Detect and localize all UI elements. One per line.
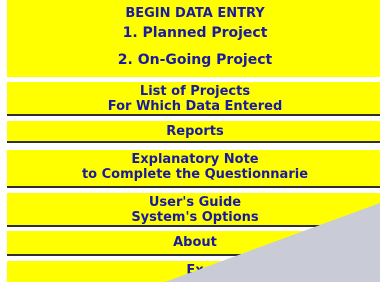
list-of-projects-label-line-1: List of Projects [139, 84, 251, 99]
ongoing-project-button[interactable]: 2. On-Going Project [7, 52, 380, 68]
explanatory-note-label-line-2: to Complete the Questionnarie [81, 167, 309, 182]
reports-button[interactable]: Reports [7, 121, 380, 143]
users-guide-button[interactable]: User's Guide System's Options [7, 193, 380, 227]
exit-label: Ex [186, 263, 204, 278]
begin-data-entry-heading: BEGIN DATA ENTRY [125, 6, 265, 21]
exit-button[interactable]: Ex [7, 261, 380, 282]
about-label: About [173, 235, 217, 250]
explanatory-note-label-line-1: Explanatory Note [131, 152, 259, 167]
reports-label: Reports [166, 124, 224, 139]
list-of-projects-label-line-2: For Which Data Entered [107, 99, 283, 114]
planned-project-button[interactable]: 1. Planned Project [7, 25, 380, 41]
list-of-projects-button[interactable]: List of Projects For Which Data Entered [7, 82, 380, 116]
about-button[interactable]: About [7, 231, 380, 256]
explanatory-note-button[interactable]: Explanatory Note to Complete the Questio… [7, 150, 380, 188]
users-guide-label-line-2: System's Options [131, 210, 259, 225]
users-guide-label-line-1: User's Guide [148, 195, 242, 210]
begin-data-entry-panel: BEGIN DATA ENTRY 1. Planned Project 2. O… [7, 0, 380, 77]
